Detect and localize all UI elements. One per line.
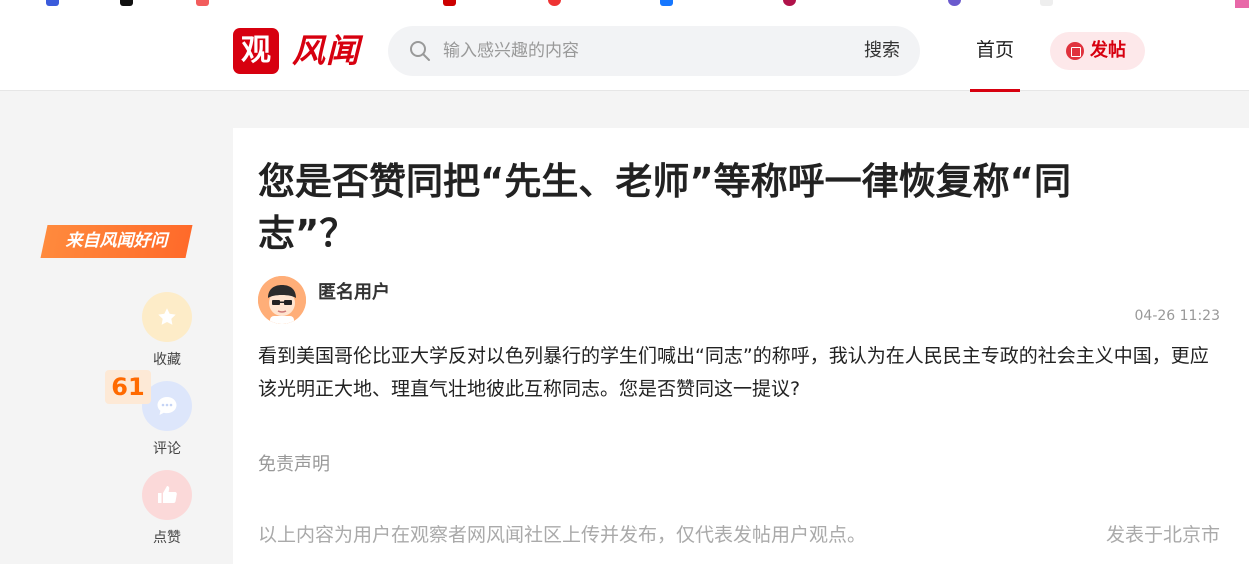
post-location: 发表于北京市 — [1105, 524, 1220, 546]
search-button[interactable]: 搜索 — [864, 38, 900, 64]
favorite-label: 收藏 — [153, 352, 181, 368]
nav-home-tab[interactable]: 首页 — [970, 8, 1020, 92]
bookmark-icon[interactable] — [548, 0, 561, 6]
source-badge: 来自风闻好问 — [40, 225, 193, 258]
like-button[interactable]: 点赞 — [137, 470, 197, 547]
search-bar: 搜索 — [388, 26, 920, 76]
bookmark-icon[interactable] — [1040, 0, 1053, 6]
bookmark-icon[interactable] — [783, 0, 796, 6]
comment-count-badge: 61 — [105, 370, 151, 404]
disclaimer-link[interactable]: 免责声明 — [258, 450, 330, 476]
top-header: 观 风闻 搜索 首页 发帖 — [0, 8, 1249, 92]
create-post-button[interactable]: 发帖 — [1050, 32, 1145, 70]
footer-note: 以上内容为用户在观察者网风闻社区上传并发布，仅代表发帖用户观点。 — [258, 524, 867, 546]
source-badge-label: 来自风闻好问 — [65, 231, 168, 251]
post-content: 看到美国哥伦比亚大学反对以色列暴行的学生们喊出“同志”的称呼，我认为在人民民主专… — [258, 345, 1209, 400]
search-icon — [410, 41, 430, 61]
star-icon — [142, 292, 192, 342]
thumbs-up-icon — [142, 470, 192, 520]
edit-icon — [1066, 42, 1084, 60]
post-title: 您是否赞同把“先生、老师”等称呼一律恢复称“同志”？ — [258, 160, 1071, 255]
bookmarks-bar — [0, 0, 1249, 8]
site-logo-icon[interactable]: 观 — [233, 28, 279, 74]
extension-icon[interactable] — [1235, 0, 1249, 8]
favorite-button[interactable]: 收藏 — [137, 292, 197, 369]
author-avatar[interactable] — [258, 276, 306, 324]
comment-label: 评论 — [153, 441, 181, 457]
like-label: 点赞 — [153, 530, 181, 546]
bookmark-icon[interactable] — [120, 0, 133, 6]
post-card: 您是否赞同把“先生、老师”等称呼一律恢复称“同志”？ 匿名用户 04-26 11… — [233, 128, 1249, 564]
avatar-icon — [258, 276, 306, 324]
bookmark-icon[interactable] — [46, 0, 59, 6]
bookmark-icon[interactable] — [660, 0, 673, 6]
create-post-label: 发帖 — [1090, 40, 1126, 61]
bookmark-icon[interactable] — [948, 0, 961, 6]
site-logo-text[interactable]: 风闻 — [292, 28, 360, 74]
author-name[interactable]: 匿名用户 — [318, 278, 390, 304]
bookmark-icon[interactable] — [443, 0, 456, 6]
search-input[interactable] — [443, 38, 833, 64]
bookmark-icon[interactable] — [196, 0, 209, 6]
post-timestamp: 04-26 11:23 — [1134, 308, 1220, 324]
